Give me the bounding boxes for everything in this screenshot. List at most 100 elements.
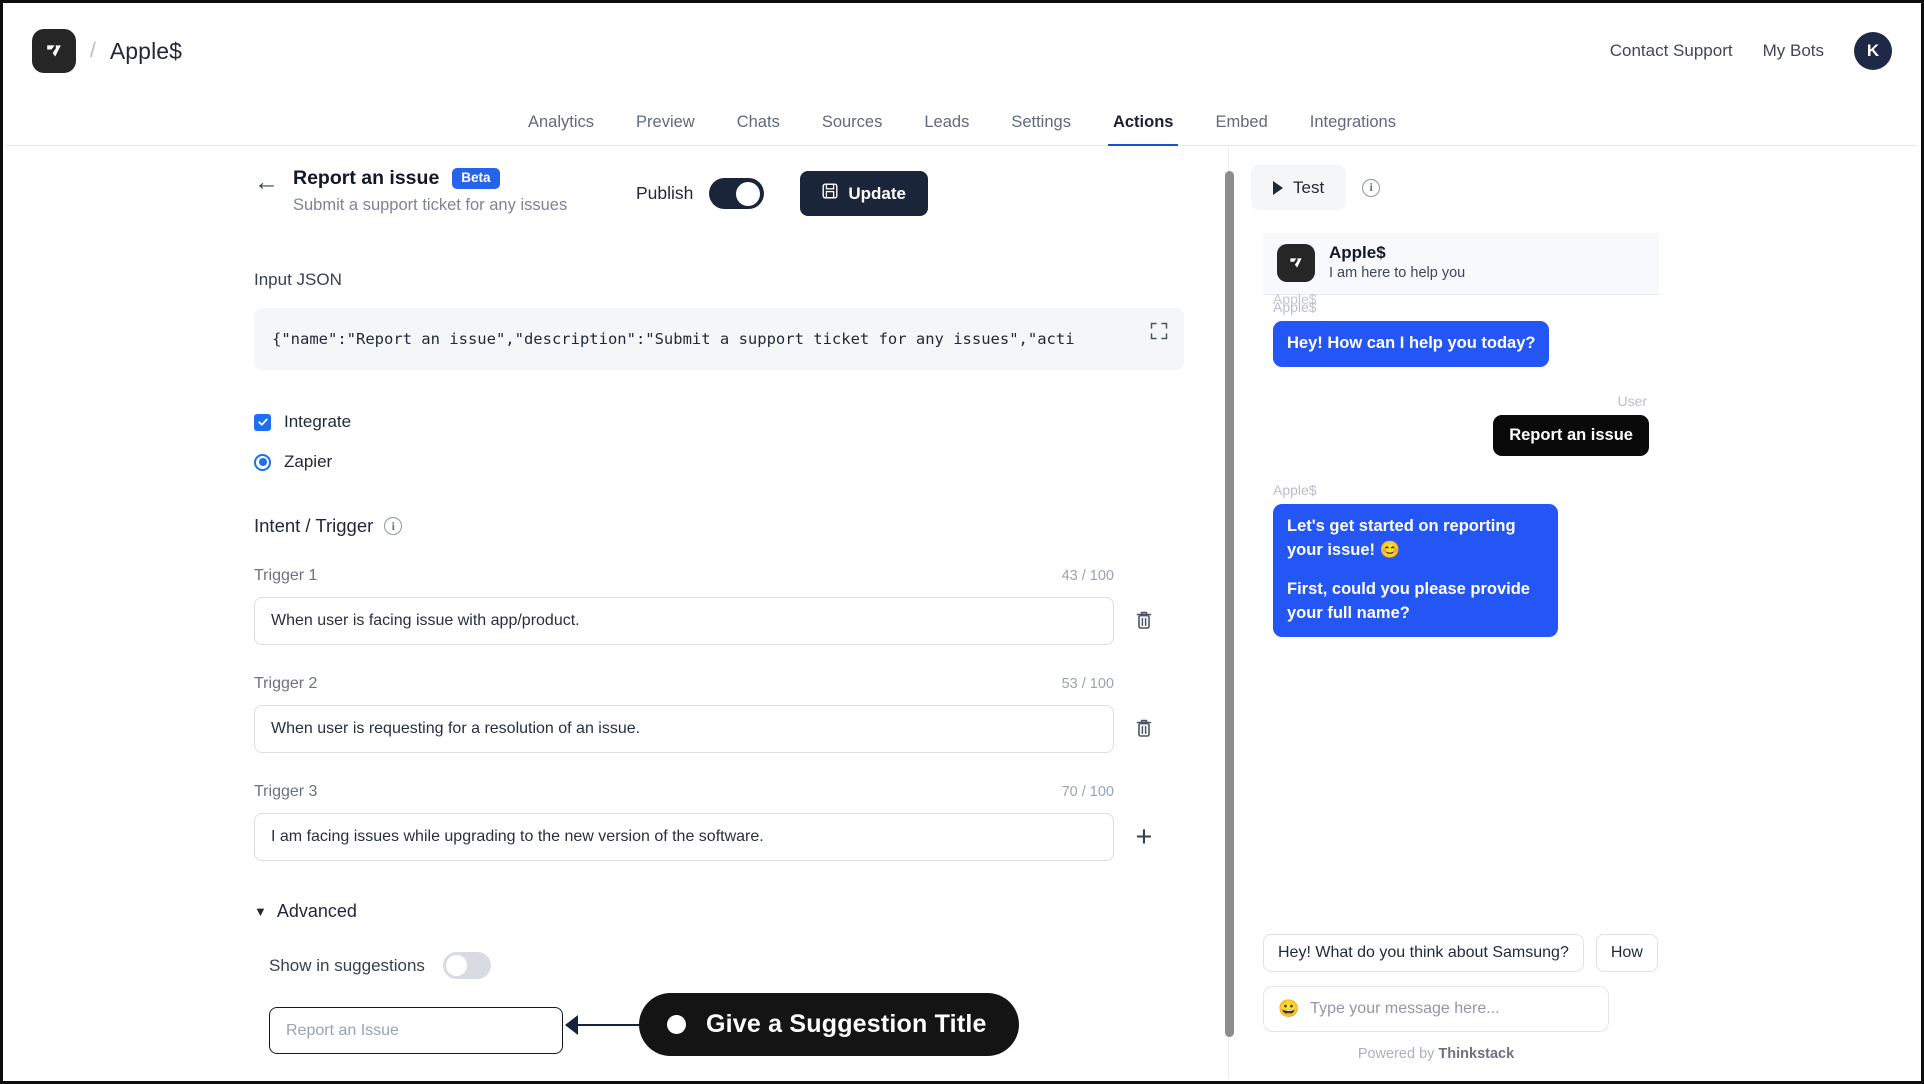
zapier-radio[interactable] bbox=[254, 453, 271, 471]
chat-bot-name: Apple$ bbox=[1329, 243, 1386, 263]
test-button[interactable]: Test bbox=[1251, 165, 1347, 210]
intent-trigger-header: Intent / Trigger i bbox=[254, 515, 1168, 537]
chat-composer[interactable]: 😀 Type your message here... bbox=[1263, 986, 1609, 1032]
integrate-label: Integrate bbox=[284, 412, 352, 431]
top-bar-actions: Contact Support My Bots K bbox=[1610, 32, 1892, 70]
tab-sources[interactable]: Sources bbox=[801, 113, 904, 145]
trigger-label: Trigger 3 bbox=[254, 783, 318, 800]
tab-chats[interactable]: Chats bbox=[716, 113, 801, 145]
trigger-label: Trigger 2 bbox=[254, 675, 318, 692]
add-trigger-button[interactable]: + bbox=[1132, 820, 1156, 853]
suggestion-chips: Hey! What do you think about Samsung? Ho… bbox=[1263, 934, 1693, 972]
page-subtitle: Submit a support ticket for any issues bbox=[293, 196, 568, 214]
chat-message-sender: Apple$ bbox=[1273, 481, 1317, 498]
callout-bullet-icon bbox=[667, 1015, 686, 1034]
integrate-option[interactable]: Integrate bbox=[254, 412, 1168, 432]
page-title: Report an issue bbox=[293, 167, 440, 189]
trash-icon bbox=[1135, 610, 1153, 633]
bot-name[interactable]: Apple$ bbox=[110, 38, 182, 65]
arrow-left-icon[interactable]: ← bbox=[254, 170, 279, 195]
chat-bot-tagline: I am here to help you bbox=[1329, 264, 1466, 281]
chat-bubble-user: Report an issue bbox=[1493, 414, 1649, 456]
chat-message: Apple$ Let's get started on reporting yo… bbox=[1273, 482, 1649, 637]
tab-settings[interactable]: Settings bbox=[990, 113, 1092, 145]
update-button-label: Update bbox=[848, 183, 906, 203]
suggestion-chip[interactable]: Hey! What do you think about Samsung? bbox=[1263, 934, 1584, 972]
thinkstack-logo-icon bbox=[1277, 243, 1315, 282]
trigger-row: Trigger 1 43 / 100 bbox=[254, 567, 1168, 645]
show-in-suggestions-row: Show in suggestions bbox=[269, 952, 1168, 979]
info-icon[interactable]: i bbox=[384, 517, 403, 535]
zapier-label: Zapier bbox=[284, 452, 333, 471]
chat-message-list: Apple$ Hey! How can I help you today? Us… bbox=[1263, 299, 1659, 719]
trigger-row: Trigger 2 53 / 100 bbox=[254, 675, 1168, 753]
trigger-char-count: 53 / 100 bbox=[1061, 676, 1114, 692]
input-json-field[interactable]: {"name":"Report an issue","description":… bbox=[254, 308, 1184, 370]
test-button-label: Test bbox=[1293, 177, 1325, 197]
trigger-input-1[interactable] bbox=[254, 597, 1114, 645]
tab-embed[interactable]: Embed bbox=[1194, 113, 1288, 145]
trigger-row: Trigger 3 70 / 100 + bbox=[254, 783, 1168, 861]
chat-widget-header: Apple$ I am here to help you bbox=[1263, 233, 1659, 295]
tab-integrations[interactable]: Integrations bbox=[1289, 113, 1417, 145]
publish-toggle[interactable] bbox=[709, 178, 765, 209]
update-button[interactable]: Update bbox=[800, 171, 928, 216]
chat-input-placeholder: Type your message here... bbox=[1310, 1000, 1500, 1017]
integrate-checkbox[interactable] bbox=[254, 413, 271, 431]
chat-bubble-line: Let's get started on reporting your issu… bbox=[1287, 516, 1516, 559]
emoji-icon[interactable]: 😀 bbox=[1278, 999, 1299, 1019]
chat-bubble-bot: Let's get started on reporting your issu… bbox=[1273, 503, 1558, 637]
chat-preview-pane: Test i Apple$ Apple$ I am here to help y… bbox=[1229, 147, 1918, 1078]
avatar[interactable]: K bbox=[1854, 32, 1892, 70]
chat-bubble-line: First, could you please provide your ful… bbox=[1287, 579, 1530, 622]
app-root: / Apple$ Contact Support My Bots K Analy… bbox=[0, 0, 1924, 1084]
callout-connector-line bbox=[571, 1024, 646, 1026]
chat-message: User Report an issue bbox=[1273, 393, 1649, 456]
tab-analytics[interactable]: Analytics bbox=[507, 113, 615, 145]
thinkstack-logo-icon[interactable] bbox=[32, 29, 76, 73]
tab-leads[interactable]: Leads bbox=[903, 113, 990, 145]
delete-trigger-2-button[interactable] bbox=[1132, 716, 1156, 742]
trigger-char-count: 70 / 100 bbox=[1061, 784, 1114, 800]
tab-actions[interactable]: Actions bbox=[1092, 113, 1195, 146]
zapier-option[interactable]: Zapier bbox=[254, 452, 1168, 472]
trigger-label: Trigger 1 bbox=[254, 567, 318, 584]
advanced-label: Advanced bbox=[276, 901, 357, 921]
suggestion-chip[interactable]: How bbox=[1595, 934, 1658, 972]
powered-by-brand: Thinkstack bbox=[1438, 1046, 1515, 1062]
chat-bubble-bot: Hey! How can I help you today? bbox=[1273, 321, 1550, 367]
chat-message-sender: User bbox=[1617, 392, 1647, 409]
action-editor-pane: ← Report an issue Beta Submit a support … bbox=[6, 147, 1234, 1078]
contact-support-link[interactable]: Contact Support bbox=[1610, 41, 1733, 61]
test-row: Test i bbox=[1251, 165, 1918, 210]
chat-bubble-line: Hey! How can I help you today? bbox=[1287, 334, 1536, 352]
info-icon[interactable]: i bbox=[1362, 178, 1381, 197]
trigger-char-count: 43 / 100 bbox=[1061, 568, 1114, 584]
callout-text: Give a Suggestion Title bbox=[706, 1010, 987, 1038]
publish-control: Publish bbox=[636, 178, 765, 209]
action-header: ← Report an issue Beta Submit a support … bbox=[254, 167, 1168, 216]
trash-icon bbox=[1135, 718, 1153, 741]
input-json-label: Input JSON bbox=[254, 270, 342, 289]
trigger-input-2[interactable] bbox=[254, 705, 1114, 753]
show-in-suggestions-toggle[interactable] bbox=[442, 952, 491, 979]
advanced-section-toggle[interactable]: ▼ Advanced bbox=[254, 901, 1168, 922]
breadcrumb: / Apple$ bbox=[32, 29, 182, 73]
expand-icon[interactable] bbox=[1150, 322, 1168, 340]
trigger-input-3[interactable] bbox=[254, 813, 1114, 861]
powered-by-prefix: Powered by bbox=[1357, 1046, 1439, 1062]
beta-badge: Beta bbox=[452, 168, 500, 189]
chat-message: Apple$ Hey! How can I help you today? bbox=[1273, 299, 1649, 367]
top-bar: / Apple$ Contact Support My Bots K bbox=[6, 6, 1918, 96]
plus-icon: + bbox=[1135, 820, 1153, 853]
tab-preview[interactable]: Preview bbox=[615, 113, 716, 145]
suggestion-title-input[interactable] bbox=[269, 1007, 563, 1054]
main-tabs: Analytics Preview Chats Sources Leads Se… bbox=[6, 96, 1918, 146]
page-body: ← Report an issue Beta Submit a support … bbox=[6, 147, 1918, 1078]
chevron-down-icon: ▼ bbox=[254, 904, 267, 919]
input-json-value: {"name":"Report an issue","description":… bbox=[272, 330, 1075, 348]
chat-widget: Apple$ Apple$ I am here to help you Appl… bbox=[1263, 233, 1659, 1078]
my-bots-link[interactable]: My Bots bbox=[1763, 41, 1824, 61]
callout-tooltip: Give a Suggestion Title bbox=[639, 993, 1019, 1056]
delete-trigger-1-button[interactable] bbox=[1132, 608, 1156, 634]
